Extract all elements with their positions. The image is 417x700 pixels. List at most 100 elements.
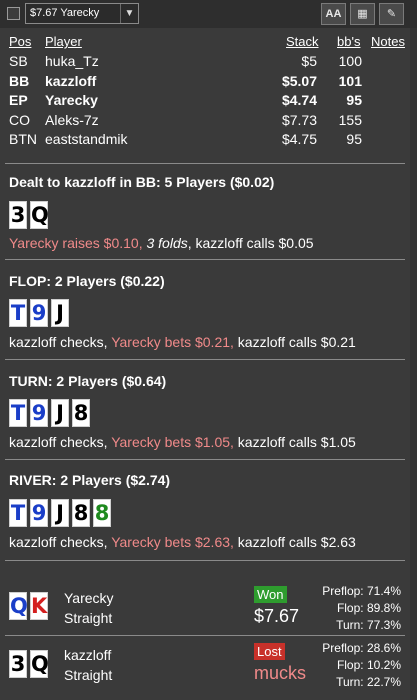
stat-preflop: Preflop: 28.6%: [322, 641, 401, 655]
row-player[interactable]: Yarecky: [45, 92, 98, 108]
stat-turn: Turn: 77.3%: [336, 618, 401, 632]
action-call: kazzloff calls $1.05: [237, 434, 356, 450]
playing-card: Q: [30, 650, 49, 678]
stat-label: Flop:: [336, 601, 364, 615]
stat-value: 10.2%: [366, 658, 401, 672]
playing-card: 9: [30, 299, 48, 327]
stat-value: 71.4%: [366, 584, 401, 598]
action-check: kazzloff checks,: [9, 434, 108, 450]
stat-label: Turn:: [336, 675, 364, 689]
divider: [5, 459, 405, 460]
stat-preflop: Preflop: 71.4%: [322, 584, 401, 598]
divider: [5, 635, 405, 636]
stat-flop: Flop: 10.2%: [337, 658, 401, 672]
flop-actions: kazzloff checks, Yarecky bets $0.21, kaz…: [9, 334, 356, 350]
loser-hand: Straight: [64, 667, 113, 683]
row-pos: EP: [9, 92, 28, 108]
playing-card: 3: [9, 201, 27, 229]
winner-hand: Straight: [64, 610, 113, 626]
playing-card: Q: [30, 201, 49, 229]
loser-name: kazzloff: [64, 647, 112, 663]
row-stack: $5.07: [281, 73, 317, 89]
row-player[interactable]: eaststandmik: [45, 131, 127, 147]
action-check: kazzloff checks,: [9, 334, 108, 350]
chevron-down-icon[interactable]: ▼: [120, 4, 138, 23]
flop-title: FLOP: 2 Players ($0.22): [9, 273, 165, 289]
row-stack: $4.75: [281, 131, 317, 147]
action-raise: Yarecky raises $0.10,: [9, 235, 143, 251]
stat-label: Preflop:: [322, 584, 364, 598]
river-title: RIVER: 2 Players ($2.74): [9, 472, 171, 488]
flop-cards: T9J: [9, 299, 69, 327]
hand-select[interactable]: $7.67 Yarecky ▼: [25, 3, 139, 24]
row-pos: CO: [9, 112, 30, 128]
preflop-title: Dealt to kazzloff in BB: 5 Players ($0.0…: [9, 174, 275, 190]
stat-label: Preflop:: [322, 641, 364, 655]
stat-turn: Turn: 22.7%: [336, 675, 401, 689]
row-bbs: 101: [338, 73, 362, 89]
playing-card: J: [51, 299, 69, 327]
playing-card: 3: [9, 650, 27, 678]
playing-card: T: [9, 299, 27, 327]
turn-title: TURN: 2 Players ($0.64): [9, 373, 167, 389]
row-stack: $5: [301, 53, 317, 69]
header-pos[interactable]: Pos: [9, 34, 31, 49]
scrollbar[interactable]: [410, 28, 417, 700]
playing-card: K: [30, 592, 48, 620]
won-amount: $7.67: [254, 606, 300, 626]
divider: [5, 259, 405, 260]
action-call: kazzloff calls $2.63: [237, 534, 356, 550]
row-player[interactable]: huka_Tz: [45, 53, 99, 69]
divider: [5, 163, 405, 164]
stat-value: 89.8%: [366, 601, 401, 615]
river-actions: kazzloff checks, Yarecky bets $2.63, kaz…: [9, 534, 356, 550]
header-stack[interactable]: Stack: [286, 34, 319, 49]
row-pos: SB: [9, 53, 28, 69]
divider: [5, 359, 405, 360]
stat-label: Flop:: [336, 658, 364, 672]
action-bet: Yarecky bets $1.05,: [111, 434, 234, 450]
stat-value: 22.7%: [366, 675, 401, 689]
font-size-button[interactable]: AA: [321, 3, 346, 25]
won-badge: Won: [254, 586, 287, 603]
action-check: kazzloff checks,: [9, 534, 108, 550]
row-pos: BB: [9, 73, 30, 89]
playing-card: 9: [30, 499, 48, 527]
turn-cards: T9J8: [9, 399, 90, 427]
action-call: , kazzloff calls $0.05: [187, 235, 314, 251]
playing-card: T: [9, 499, 27, 527]
playing-card: T: [9, 399, 27, 427]
lost-badge: Lost: [254, 643, 285, 660]
lost-status: mucks: [254, 663, 307, 683]
row-bbs: 95: [346, 92, 362, 108]
toolbar: $7.67 Yarecky ▼ AA ▦ ✎: [0, 0, 417, 28]
river-cards: T9J88: [9, 499, 111, 527]
action-bet: Yarecky bets $0.21,: [111, 334, 234, 350]
grid-icon[interactable]: ▦: [350, 3, 375, 25]
row-bbs: 155: [338, 112, 362, 128]
playing-card: 8: [93, 499, 111, 527]
edit-icon[interactable]: ✎: [379, 3, 404, 25]
header-player[interactable]: Player: [45, 34, 82, 49]
playing-card: 8: [72, 399, 90, 427]
row-bbs: 95: [346, 131, 362, 147]
action-folds: 3 folds: [146, 235, 188, 251]
hole-cards: 3Q: [9, 201, 49, 229]
select-checkbox[interactable]: [7, 7, 20, 20]
winner-name: Yarecky: [64, 590, 114, 606]
stat-label: Turn:: [336, 618, 364, 632]
row-bbs: 100: [338, 53, 362, 69]
row-stack: $4.74: [281, 92, 317, 108]
stat-value: 28.6%: [366, 641, 401, 655]
winner-cards: QK: [9, 592, 48, 620]
action-bet: Yarecky bets $2.63,: [111, 534, 234, 550]
divider: [5, 560, 405, 561]
stat-flop: Flop: 89.8%: [337, 601, 401, 615]
row-player[interactable]: kazzloff: [45, 73, 96, 89]
stat-value: 77.3%: [366, 618, 401, 632]
row-player[interactable]: Aleks-7z: [45, 112, 99, 128]
header-notes[interactable]: Notes: [371, 34, 405, 49]
header-bbs[interactable]: bb's: [337, 34, 360, 49]
turn-actions: kazzloff checks, Yarecky bets $1.05, kaz…: [9, 434, 356, 450]
playing-card: Q: [9, 592, 28, 620]
